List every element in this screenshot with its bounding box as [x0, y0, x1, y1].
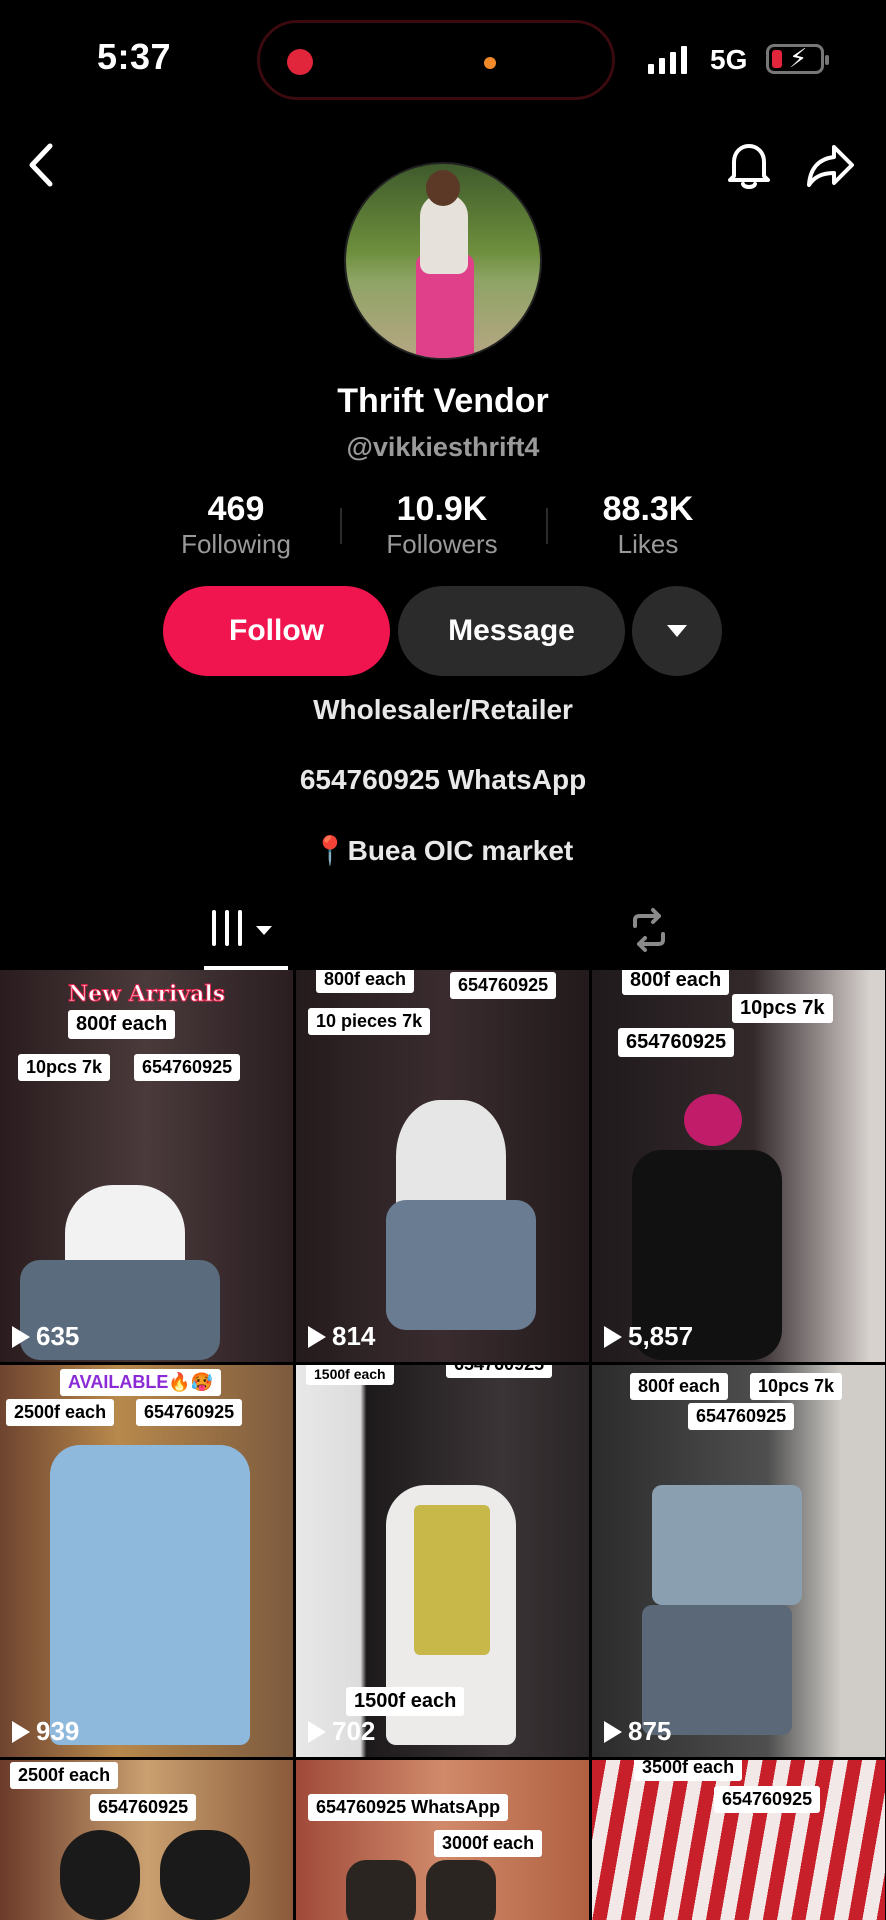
play-icon: [604, 1325, 622, 1348]
stat-divider: [546, 508, 548, 544]
view-count: 814: [308, 1321, 375, 1352]
stat-value: 469: [207, 490, 265, 528]
stat-value: 10.9K: [396, 490, 488, 528]
video-tile[interactable]: 654760925 WhatsApp 3000f each: [296, 1760, 589, 1920]
video-label: 2500f each: [10, 1762, 119, 1789]
video-label: 654760925: [714, 1786, 821, 1813]
follow-button[interactable]: Follow: [163, 586, 390, 676]
bell-icon[interactable]: [726, 140, 772, 190]
play-icon: [308, 1325, 326, 1348]
bio-line-3: 📍Buea OIC market: [312, 835, 574, 866]
video-tile[interactable]: 2500f each 654760925: [0, 1760, 293, 1920]
video-label: 800f each: [622, 970, 730, 995]
more-options-button[interactable]: [632, 586, 722, 676]
profile-name: Thrift Vendor: [337, 382, 549, 420]
battery-icon: ⚡: [766, 43, 829, 74]
message-button[interactable]: Message: [398, 586, 625, 676]
bio-line-1: Wholesaler/Retailer: [313, 694, 573, 725]
repost-icon[interactable]: [625, 906, 673, 954]
profile-stats: 469 Following 10.9K Followers 88.3K Like…: [0, 490, 886, 564]
stat-divider: [340, 508, 342, 544]
video-tile[interactable]: 800f each 654760925 10 pieces 7k 814: [296, 970, 589, 1362]
chevron-down-icon: [667, 625, 687, 637]
video-caption: 1500f each: [346, 1687, 465, 1716]
video-label: 654760925: [618, 1028, 735, 1057]
video-tile[interactable]: 800f each 10pcs 7k 654760925 875: [592, 1365, 885, 1757]
status-time: 5:37: [97, 36, 172, 77]
video-label: 10pcs 7k: [732, 994, 833, 1023]
video-tile[interactable]: 1500f each 654760925 1500f each 702: [296, 1365, 589, 1757]
video-label: New Arrivals: [67, 981, 226, 1008]
view-count: 5,857: [604, 1321, 693, 1352]
video-label: 2500f each: [6, 1399, 115, 1426]
video-label: 654760925: [688, 1403, 795, 1430]
video-label: 654760925 WhatsApp: [308, 1794, 509, 1821]
play-icon: [604, 1720, 622, 1743]
privacy-dot-icon: [484, 57, 496, 69]
video-label: 654760925: [136, 1399, 243, 1426]
play-icon: [308, 1720, 326, 1743]
avatar[interactable]: [344, 162, 542, 360]
video-label: 10 pieces 7k: [308, 1008, 431, 1035]
stat-followers[interactable]: 10.9K Followers: [352, 490, 532, 560]
tab-videos[interactable]: [204, 898, 288, 970]
video-tile[interactable]: 3500f each 654760925: [592, 1760, 885, 1920]
view-count: 635: [12, 1321, 79, 1352]
network-label: 5G: [710, 44, 748, 75]
grid-icon: [212, 910, 242, 946]
stat-label: Likes: [617, 529, 679, 559]
cellular-signal-icon: [648, 46, 687, 74]
view-count: 875: [604, 1716, 671, 1747]
stat-following[interactable]: 469 Following: [146, 490, 326, 560]
video-label: 654760925: [134, 1054, 241, 1081]
play-icon: [12, 1325, 30, 1348]
stat-label: Following: [181, 529, 291, 559]
video-label: 3000f each: [434, 1830, 543, 1857]
bio-line-2: 654760925 WhatsApp: [299, 764, 587, 795]
video-label: 10pcs 7k: [18, 1054, 111, 1081]
video-tile[interactable]: New Arrivals 800f each 10pcs 7k 65476092…: [0, 970, 293, 1362]
stat-label: Followers: [386, 529, 498, 559]
recording-indicator-icon: [287, 49, 313, 75]
share-icon[interactable]: [806, 143, 856, 189]
video-label: 800f each: [316, 970, 415, 993]
video-label: 1500f each: [306, 1365, 394, 1385]
profile-tabs: [0, 898, 886, 970]
stat-value: 88.3K: [602, 490, 694, 528]
view-count: 702: [308, 1716, 375, 1747]
video-tile[interactable]: AVAILABLE🔥🥵 2500f each 654760925 939: [0, 1365, 293, 1757]
profile-handle: @vikkiesthrift4: [346, 432, 540, 462]
back-icon[interactable]: [22, 140, 62, 190]
video-label: 654760925: [450, 972, 557, 999]
play-icon: [12, 1720, 30, 1743]
dynamic-island: [257, 20, 615, 100]
video-label: 800f each: [68, 1010, 176, 1039]
stat-likes[interactable]: 88.3K Likes: [558, 490, 738, 560]
video-label: 654760925: [90, 1794, 197, 1821]
view-count: 939: [12, 1716, 79, 1747]
video-label: 654760925: [446, 1365, 553, 1378]
video-label: 3500f each: [634, 1760, 743, 1781]
video-label: 800f each: [630, 1373, 729, 1400]
video-label: AVAILABLE🔥🥵: [60, 1369, 222, 1396]
video-tile[interactable]: 800f each 10pcs 7k 654760925 5,857: [592, 970, 885, 1362]
caret-down-icon: [256, 926, 272, 935]
video-label: 10pcs 7k: [750, 1373, 843, 1400]
